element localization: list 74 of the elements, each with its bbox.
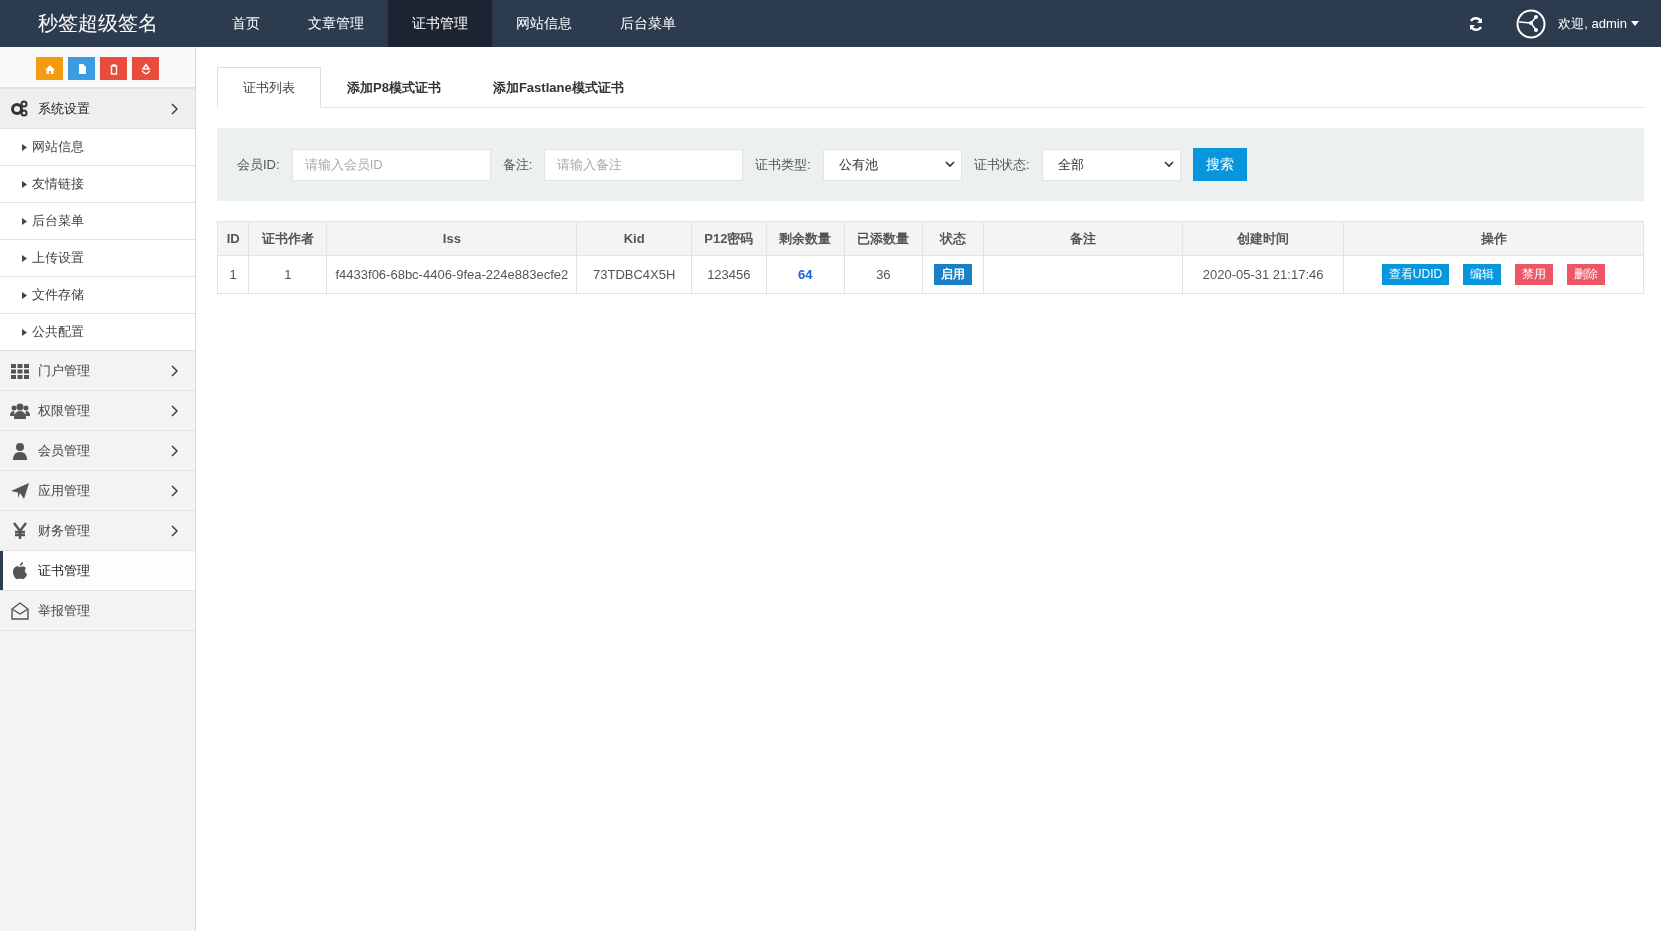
column-header: 创建时间 bbox=[1182, 221, 1344, 256]
sidebar-subitem[interactable]: 友情链接 bbox=[0, 166, 195, 203]
file-button[interactable] bbox=[68, 57, 95, 80]
table-cell: 123456 bbox=[691, 255, 767, 294]
caret-icon bbox=[22, 328, 27, 336]
sidebar-subitem[interactable]: 后台菜单 bbox=[0, 203, 195, 240]
sidebar-subitem[interactable]: 公共配置 bbox=[0, 314, 195, 351]
table-cell: 64 bbox=[766, 255, 845, 294]
chevron-icon bbox=[944, 161, 955, 168]
column-header: P12密码 bbox=[691, 221, 767, 256]
chevron-icon bbox=[171, 444, 179, 457]
caret-icon bbox=[1631, 21, 1639, 26]
filter-label: 证书状态: bbox=[973, 155, 1030, 174]
filter-select[interactable]: 全部 bbox=[1041, 148, 1181, 181]
caret-icon bbox=[22, 180, 27, 188]
table-cell: 1 bbox=[248, 255, 327, 294]
apple-icon bbox=[10, 560, 30, 581]
sidebar-item[interactable]: 系统设置 bbox=[0, 89, 195, 129]
column-header: Iss bbox=[326, 221, 577, 256]
yen-icon bbox=[10, 520, 30, 541]
column-header: 备注 bbox=[983, 221, 1183, 256]
filter-input[interactable]: 请输入备注 bbox=[544, 148, 744, 181]
nav-tab[interactable]: 文章管理 bbox=[284, 0, 388, 47]
home-button[interactable] bbox=[36, 57, 63, 80]
tab[interactable]: 添加Fastlane模式证书 bbox=[466, 67, 650, 108]
nav-tab[interactable]: 后台菜单 bbox=[596, 0, 700, 47]
column-header: 剩余数量 bbox=[766, 221, 845, 256]
column-header: Kid bbox=[576, 221, 692, 256]
filter-select[interactable]: 公有池 bbox=[822, 148, 962, 181]
sidebar-item[interactable]: 证书管理 bbox=[0, 551, 195, 591]
column-header: 状态 bbox=[922, 221, 984, 256]
avatar-icon[interactable] bbox=[1516, 8, 1547, 39]
nav-tab[interactable]: 首页 bbox=[208, 0, 284, 47]
chevron-icon bbox=[171, 364, 179, 377]
paper-plane-icon bbox=[10, 480, 30, 501]
caret-icon bbox=[22, 217, 27, 225]
tab[interactable]: 添加P8模式证书 bbox=[321, 67, 467, 108]
envelope-icon bbox=[10, 600, 30, 621]
site-title: 秒签超级签名 bbox=[37, 11, 159, 36]
chevron-icon bbox=[171, 484, 179, 497]
filter-input[interactable]: 请输入会员ID bbox=[291, 148, 491, 181]
sidebar-subitem[interactable]: 上传设置 bbox=[0, 240, 195, 277]
sidebar-subitem[interactable]: 网站信息 bbox=[0, 129, 195, 166]
table-cell: 36 bbox=[844, 255, 923, 294]
filter-label: 证书类型: bbox=[755, 155, 811, 174]
table-cell: 73TDBC4X5H bbox=[576, 255, 692, 294]
status-badge[interactable]: 启用 bbox=[934, 264, 973, 285]
caret-icon bbox=[22, 291, 27, 299]
chevron-icon bbox=[171, 404, 179, 417]
caret-icon bbox=[22, 143, 27, 151]
refresh-icon[interactable] bbox=[1468, 15, 1485, 32]
sidebar-subitem[interactable]: 文件存储 bbox=[0, 277, 195, 314]
table-cell: 2020-05-31 21:17:46 bbox=[1182, 255, 1344, 294]
column-header: 已添数量 bbox=[844, 221, 923, 256]
filter-label: 会员ID: bbox=[237, 155, 280, 174]
gear-icon bbox=[10, 98, 30, 119]
user-menu[interactable]: 欢迎, admin bbox=[1558, 14, 1639, 33]
chevron-icon bbox=[171, 524, 179, 537]
table-cell: f4433f06-68bc-4406-9fea-224e883ecfe2 bbox=[326, 255, 577, 294]
table-cell: 1 bbox=[217, 255, 249, 294]
chevron-icon bbox=[1163, 161, 1174, 168]
nav-tab[interactable]: 证书管理 bbox=[388, 0, 492, 47]
nav-tab[interactable]: 网站信息 bbox=[492, 0, 596, 47]
chevron-icon bbox=[171, 102, 179, 115]
recycle-button[interactable] bbox=[132, 57, 159, 80]
caret-icon bbox=[22, 254, 27, 262]
column-header: 证书作者 bbox=[248, 221, 327, 256]
column-header: ID bbox=[217, 221, 249, 256]
person-icon bbox=[10, 440, 30, 461]
filter-label: 备注: bbox=[502, 155, 533, 174]
column-header: 操作 bbox=[1343, 221, 1644, 256]
tab[interactable]: 证书列表 bbox=[217, 67, 321, 108]
home-icon bbox=[43, 62, 56, 75]
trash-button[interactable] bbox=[100, 57, 127, 80]
